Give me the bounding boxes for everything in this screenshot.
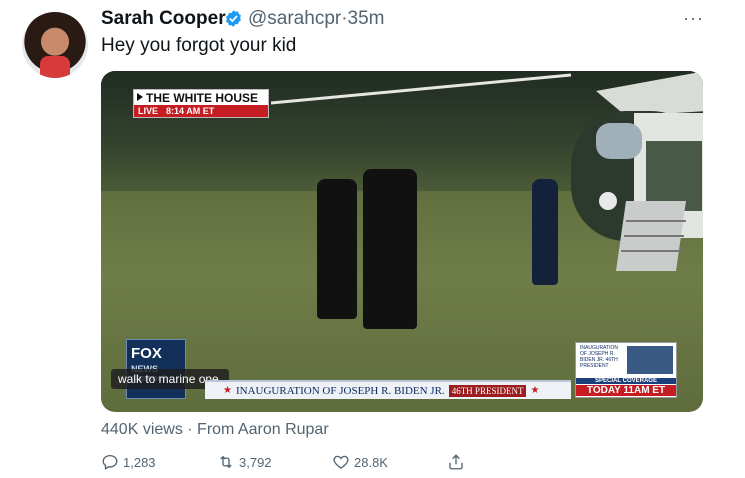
author-name[interactable]: Sarah Cooper bbox=[101, 8, 226, 30]
star-icon: ★ bbox=[530, 385, 540, 396]
share-icon bbox=[449, 454, 463, 470]
avatar-shirt bbox=[40, 56, 70, 78]
author-handle-time[interactable]: @sarahcpr·35m bbox=[248, 8, 385, 30]
retweet-icon bbox=[220, 455, 232, 469]
share-button[interactable] bbox=[447, 453, 465, 471]
heart-icon bbox=[333, 455, 349, 469]
news-ticker: ★ INAUGURATION OF JOSEPH R. BIDEN JR. 46… bbox=[205, 380, 571, 399]
badge-live: LIVE 8:14 AM ET bbox=[134, 105, 268, 117]
reply-button[interactable]: 1,283 bbox=[101, 453, 156, 471]
tweet-actions: 1,283 3,792 28.8K bbox=[101, 453, 501, 475]
promo-small: INAUGURATION OF JOSEPH R. BIDEN JR. 46TH… bbox=[580, 345, 618, 369]
author-handle[interactable]: @sarahcpr bbox=[248, 8, 341, 29]
logo-line1: FOX bbox=[131, 345, 162, 362]
badge-time: 8:14 AM ET bbox=[166, 106, 215, 116]
rotor-blade bbox=[271, 73, 571, 105]
badge-title: THE WHITE HOUSE bbox=[134, 90, 268, 105]
helicopter-image bbox=[571, 71, 703, 271]
marine-guard bbox=[532, 179, 558, 285]
star-icon: ★ bbox=[223, 385, 232, 396]
ticker-text: INAUGURATION OF JOSEPH R. BIDEN JR. bbox=[235, 384, 445, 397]
person-walking-right bbox=[363, 169, 417, 329]
like-count: 28.8K bbox=[354, 454, 388, 470]
reply-count: 1,283 bbox=[123, 454, 156, 470]
reply-icon bbox=[102, 454, 118, 470]
retweet-button[interactable]: 3,792 bbox=[217, 453, 272, 471]
tweet-time[interactable]: 35m bbox=[348, 8, 385, 29]
ticker-tag: 46TH PRESIDENT bbox=[448, 384, 527, 397]
views-line[interactable]: 440K views · From Aaron Rupar bbox=[101, 421, 329, 439]
video-player[interactable]: THE WHITE HOUSE LIVE 8:14 AM ET FOX NEWS… bbox=[101, 71, 703, 412]
badge-live-label: LIVE bbox=[138, 106, 159, 116]
person-walking-left bbox=[317, 179, 357, 319]
promo-coverage: SPECIAL COVERAGE bbox=[576, 378, 676, 384]
white-house-badge: THE WHITE HOUSE LIVE 8:14 AM ET bbox=[133, 89, 269, 118]
promo-time: TODAY 11AM ET bbox=[576, 385, 676, 396]
retweet-count: 3,792 bbox=[239, 454, 272, 470]
anchors-image bbox=[627, 346, 673, 374]
special-coverage-promo: INAUGURATION OF JOSEPH R. BIDEN JR. 46TH… bbox=[575, 342, 677, 398]
like-button[interactable]: 28.8K bbox=[332, 453, 388, 471]
more-options-icon[interactable]: ··· bbox=[683, 8, 704, 29]
avatar[interactable] bbox=[22, 12, 88, 78]
verified-badge-icon bbox=[226, 10, 241, 27]
tweet-text: Hey you forgot your kid bbox=[101, 35, 297, 56]
